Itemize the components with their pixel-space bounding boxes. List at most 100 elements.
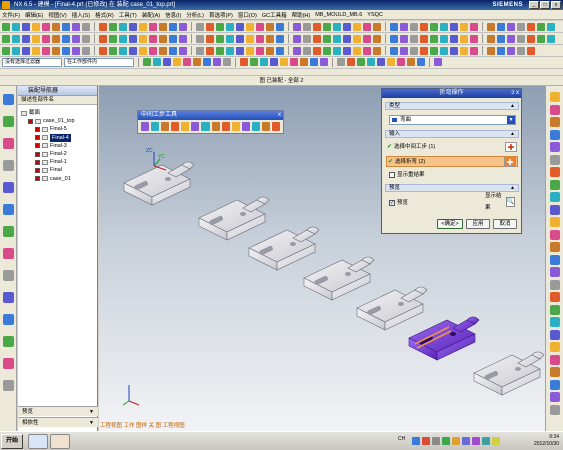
navigator-node[interactable]: Final-3 xyxy=(35,142,67,150)
rectangle-icon[interactable] xyxy=(32,22,40,31)
cut-icon[interactable] xyxy=(82,22,90,31)
rectangle-icon[interactable] xyxy=(400,22,408,31)
select-bend-row[interactable]: ✔ 选择折弯 (2) ✚ xyxy=(386,156,518,167)
side-tool-17-icon[interactable] xyxy=(550,292,560,302)
stretch-icon[interactable] xyxy=(241,122,250,131)
blend-icon[interactable] xyxy=(420,34,428,43)
navigator-node[interactable]: Final-2 xyxy=(35,150,67,158)
revolve-icon[interactable] xyxy=(12,34,20,43)
view-icon[interactable] xyxy=(72,46,80,55)
type-select[interactable]: 弯曲 ▼ xyxy=(389,115,516,125)
analysis-icon[interactable] xyxy=(333,46,341,55)
shade-icon[interactable] xyxy=(373,46,381,55)
minimize-button[interactable]: _ xyxy=(529,1,539,9)
taskbar-app-2[interactable] xyxy=(50,434,70,449)
hidden-icon[interactable] xyxy=(256,46,264,55)
constraint-navigator-icon[interactable] xyxy=(3,116,14,127)
menu-item[interactable]: 首选项(P) xyxy=(209,11,233,19)
navigator-node[interactable]: case_01 xyxy=(35,175,71,183)
selection-filter-combo[interactable]: 没有选择过滤器 xyxy=(2,58,62,67)
trim-icon[interactable] xyxy=(450,34,458,43)
navigator-node[interactable]: Final-4 xyxy=(35,133,71,142)
plane-icon[interactable] xyxy=(303,46,311,55)
cancel-button[interactable]: 取消 xyxy=(493,219,517,229)
layer-icon[interactable] xyxy=(343,46,351,55)
extrude-icon[interactable] xyxy=(169,34,177,43)
surface-icon[interactable] xyxy=(159,34,167,43)
axis-icon[interactable] xyxy=(313,46,321,55)
draft-icon[interactable] xyxy=(440,34,448,43)
rotate-icon[interactable] xyxy=(343,22,351,31)
tray-volume-icon[interactable] xyxy=(432,437,440,445)
quadrant-icon[interactable] xyxy=(270,58,278,66)
zoom-icon[interactable] xyxy=(517,22,525,31)
taskbar-nx-app[interactable] xyxy=(28,434,48,449)
process-toolbar-close-button[interactable]: x xyxy=(278,111,281,120)
shade-icon[interactable] xyxy=(517,46,525,55)
system-materials-icon[interactable] xyxy=(3,226,14,237)
filter-icon[interactable] xyxy=(387,58,395,66)
arc-icon[interactable] xyxy=(12,22,20,31)
input-section-header[interactable]: 输入 ▲ xyxy=(385,130,519,138)
open-icon[interactable] xyxy=(430,22,438,31)
paste-icon[interactable] xyxy=(109,22,117,31)
text-icon[interactable] xyxy=(226,22,234,31)
ok-button[interactable]: <确定> xyxy=(437,219,463,229)
side-tool-9-icon[interactable] xyxy=(550,192,560,202)
wcs-icon[interactable] xyxy=(276,46,284,55)
center-icon[interactable] xyxy=(347,58,355,66)
redo-icon[interactable] xyxy=(313,22,321,31)
rotate-icon[interactable] xyxy=(159,22,167,31)
assembly-navigator-icon[interactable] xyxy=(3,94,14,105)
crosshair-select-icon[interactable]: ✚ xyxy=(504,157,516,167)
render-icon[interactable] xyxy=(363,46,371,55)
crosshair-select-icon[interactable]: ✚ xyxy=(505,142,517,152)
filter-icon[interactable] xyxy=(300,58,308,66)
copy-icon[interactable] xyxy=(99,22,107,31)
side-tool-23-icon[interactable] xyxy=(550,367,560,377)
visibility-checkbox[interactable] xyxy=(35,143,40,149)
endpoint-icon[interactable] xyxy=(240,58,248,66)
shade-icon[interactable] xyxy=(236,46,244,55)
extrude-icon[interactable] xyxy=(343,34,351,43)
shell-icon[interactable] xyxy=(256,34,264,43)
plane-icon[interactable] xyxy=(159,46,167,55)
midpoint-icon[interactable] xyxy=(417,58,425,66)
boss-icon[interactable] xyxy=(373,34,381,43)
pocket-icon[interactable] xyxy=(216,34,224,43)
select-icon[interactable] xyxy=(203,58,211,66)
tray-ime-icon[interactable] xyxy=(442,437,450,445)
cut-icon[interactable] xyxy=(266,22,274,31)
snap-icon[interactable] xyxy=(310,58,318,66)
mirror-icon[interactable] xyxy=(129,34,137,43)
navigator-column-header[interactable]: 描述性部件名 xyxy=(18,96,97,105)
pattern-icon[interactable] xyxy=(487,34,495,43)
navigator-preview-pane[interactable]: 预览 ▼ xyxy=(18,406,98,416)
select-icon[interactable] xyxy=(377,58,385,66)
boss-icon[interactable] xyxy=(32,34,40,43)
menu-item[interactable]: 窗口(O) xyxy=(238,11,257,19)
bracket-part[interactable] xyxy=(356,286,428,331)
shade-icon[interactable] xyxy=(99,46,107,55)
material-icon[interactable] xyxy=(266,46,274,55)
mold-wizard-icon[interactable] xyxy=(3,358,14,369)
revolve-icon[interactable] xyxy=(179,34,187,43)
menu-item[interactable]: 帮助(H) xyxy=(292,11,311,19)
start-button[interactable]: 开始 xyxy=(1,434,23,449)
visibility-checkbox[interactable] xyxy=(35,159,40,165)
extrude-icon[interactable] xyxy=(2,34,10,43)
surface-icon[interactable] xyxy=(333,34,341,43)
navigator-node[interactable]: Final-1 xyxy=(35,158,67,166)
palette-icon[interactable] xyxy=(3,314,14,325)
arc-icon[interactable] xyxy=(373,22,381,31)
line-icon[interactable] xyxy=(2,22,10,31)
measure-icon[interactable] xyxy=(323,46,331,55)
system-clock[interactable]: 9:34 2012/10/30 xyxy=(534,434,559,448)
blend-icon[interactable] xyxy=(246,34,254,43)
snap-icon[interactable] xyxy=(397,58,405,66)
cut-icon[interactable] xyxy=(211,122,220,131)
analysis-icon[interactable] xyxy=(196,46,204,55)
side-tool-4-icon[interactable] xyxy=(550,129,560,140)
midpoint-icon[interactable] xyxy=(163,58,171,66)
measure-icon[interactable] xyxy=(179,46,187,55)
